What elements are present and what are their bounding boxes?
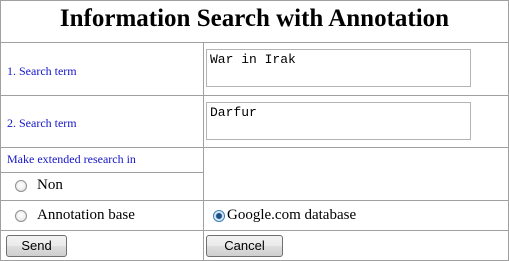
option-non-label: Non	[37, 177, 63, 193]
row-divider	[0, 200, 509, 201]
radio-google-database[interactable]	[213, 209, 225, 222]
column-divider	[203, 42, 204, 261]
send-button[interactable]: Send	[6, 235, 67, 257]
table-border-top	[0, 0, 509, 1]
search-term-1-input[interactable]: War in Irak	[206, 49, 471, 87]
search-term-2-label: 2. Search term	[7, 116, 77, 130]
search-form: Information Search with Annotation 1. Se…	[0, 0, 509, 261]
search-term-1-label: 1. Search term	[7, 64, 77, 78]
option-annotation-base-label: Annotation base	[37, 207, 135, 223]
table-border-left	[0, 0, 1, 261]
extended-research-label: Make extended research in	[7, 152, 136, 166]
option-google-database-label: Google.com database	[227, 207, 357, 223]
radio-annotation-base[interactable]	[15, 209, 27, 222]
row-divider	[0, 95, 509, 96]
option-non[interactable]: Non	[15, 177, 63, 194]
radio-non[interactable]	[15, 179, 27, 192]
option-google-database[interactable]: Google.com database	[213, 207, 356, 224]
option-annotation-base[interactable]: Annotation base	[15, 207, 135, 224]
row-divider	[0, 147, 509, 148]
row-divider	[0, 42, 509, 43]
row-divider	[0, 230, 509, 231]
cancel-button[interactable]: Cancel	[206, 235, 283, 257]
row-divider	[0, 172, 203, 173]
search-term-2-input[interactable]: Darfur	[206, 102, 471, 140]
page-title: Information Search with Annotation	[59, 5, 450, 32]
